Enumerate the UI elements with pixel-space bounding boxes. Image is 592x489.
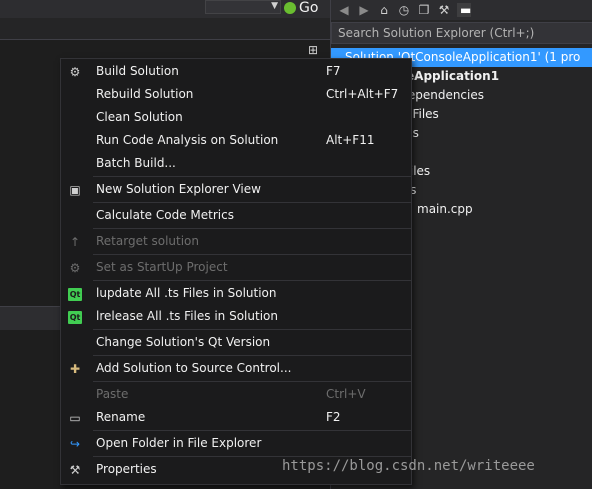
solution-explorer-toolbar: ◀ ▶ ⌂ ◷ ❐ ⚒ ▬: [331, 0, 592, 20]
menu-separator: [93, 280, 411, 281]
collapse-icon[interactable]: ❐: [417, 3, 431, 17]
menu-item-retarget-solution: ↑ Retarget solution: [61, 231, 411, 253]
menu-separator: [93, 355, 411, 356]
pin-icon[interactable]: ▬: [457, 3, 471, 17]
menu-item-open-folder[interactable]: ↪ Open Folder in File Explorer: [61, 433, 411, 455]
go-label: Go: [299, 0, 319, 16]
menu-item-lrelease[interactable]: Qt lrelease All .ts Files in Solution: [61, 306, 411, 328]
menu-item-label: Paste: [96, 387, 129, 401]
menu-item-new-solution-explorer-view[interactable]: ▣ New Solution Explorer View: [61, 179, 411, 201]
menu-separator: [93, 176, 411, 177]
qt-icon: Qt: [68, 287, 82, 301]
menu-item-shortcut: F7: [326, 64, 341, 78]
build-icon: ⚙: [69, 65, 81, 79]
menu-item-shortcut: F2: [326, 410, 341, 424]
menu-item-label: Change Solution's Qt Version: [96, 335, 271, 349]
menu-item-label: Run Code Analysis on Solution: [96, 133, 279, 147]
menu-item-label: Rebuild Solution: [96, 87, 194, 101]
menu-item-rename[interactable]: ▭ Rename F2: [61, 407, 411, 429]
menu-item-batch-build[interactable]: Batch Build...: [61, 153, 411, 175]
menu-separator: [93, 430, 411, 431]
top-toolbar: ▼ Go: [0, 0, 330, 18]
menu-item-lupdate[interactable]: Qt lupdate All .ts Files in Solution: [61, 283, 411, 305]
menu-separator: [93, 456, 411, 457]
menu-item-calculate-code-metrics[interactable]: Calculate Code Metrics: [61, 205, 411, 227]
properties-wrench-icon[interactable]: ⚒: [437, 3, 451, 17]
qt-icon: Qt: [68, 310, 82, 324]
gear-icon: ⚙: [69, 261, 81, 275]
menu-item-run-code-analysis[interactable]: Run Code Analysis on Solution Alt+F11: [61, 130, 411, 152]
go-arrow-icon: [284, 2, 296, 14]
menu-item-label: Add Solution to Source Control...: [96, 361, 292, 375]
context-menu: ⚙ Build Solution F7 Rebuild Solution Ctr…: [60, 58, 412, 485]
watermark: https://blog.csdn.net/writeeee: [282, 458, 535, 474]
menu-item-shortcut: Ctrl+Alt+F7: [326, 87, 399, 101]
menu-item-add-to-source-control[interactable]: ✚ Add Solution to Source Control...: [61, 358, 411, 380]
menu-item-label: Build Solution: [96, 64, 179, 78]
open-folder-icon: ↪: [69, 437, 81, 451]
forward-icon[interactable]: ▶: [357, 3, 371, 17]
menu-item-clean-solution[interactable]: Clean Solution: [61, 107, 411, 129]
editor-header: [0, 40, 330, 58]
document-tab-bar: [0, 18, 330, 40]
menu-item-build-solution[interactable]: ⚙ Build Solution F7: [61, 61, 411, 83]
chevron-down-icon: ▼: [271, 1, 278, 11]
menu-item-label: lrelease All .ts Files in Solution: [96, 309, 278, 323]
menu-item-label: Open Folder in File Explorer: [96, 436, 262, 450]
menu-item-label: Properties: [96, 462, 157, 476]
menu-item-set-startup-project: ⚙ Set as StartUp Project: [61, 257, 411, 279]
new-view-icon: ▣: [69, 183, 81, 197]
split-pin-icon[interactable]: ⊞: [308, 43, 318, 57]
retarget-icon: ↑: [69, 235, 81, 249]
rename-icon: ▭: [69, 411, 81, 425]
menu-item-label: Batch Build...: [96, 156, 176, 170]
back-icon[interactable]: ◀: [337, 3, 351, 17]
home-icon[interactable]: ⌂: [377, 3, 391, 17]
menu-item-shortcut: Ctrl+V: [326, 387, 366, 401]
menu-separator: [93, 381, 411, 382]
menu-item-change-qt-version[interactable]: Change Solution's Qt Version: [61, 332, 411, 354]
menu-separator: [93, 254, 411, 255]
source-control-icon: ✚: [69, 362, 81, 376]
menu-item-label: Calculate Code Metrics: [96, 208, 234, 222]
go-button[interactable]: Go: [284, 0, 318, 16]
wrench-icon: ⚒: [69, 463, 81, 477]
menu-item-label: lupdate All .ts Files in Solution: [96, 286, 277, 300]
menu-item-label: Set as StartUp Project: [96, 260, 228, 274]
toolbar-dropdown[interactable]: ▼: [205, 0, 281, 14]
menu-item-label: Clean Solution: [96, 110, 183, 124]
menu-separator: [93, 329, 411, 330]
menu-item-paste: Paste Ctrl+V: [61, 384, 411, 406]
menu-separator: [93, 228, 411, 229]
menu-item-rebuild-solution[interactable]: Rebuild Solution Ctrl+Alt+F7: [61, 84, 411, 106]
history-icon[interactable]: ◷: [397, 3, 411, 17]
search-input[interactable]: Search Solution Explorer (Ctrl+;): [331, 22, 592, 44]
menu-separator: [93, 202, 411, 203]
menu-item-shortcut: Alt+F11: [326, 133, 375, 147]
menu-item-label: Retarget solution: [96, 234, 200, 248]
menu-item-label: Rename: [96, 410, 146, 424]
menu-item-label: New Solution Explorer View: [96, 182, 261, 196]
